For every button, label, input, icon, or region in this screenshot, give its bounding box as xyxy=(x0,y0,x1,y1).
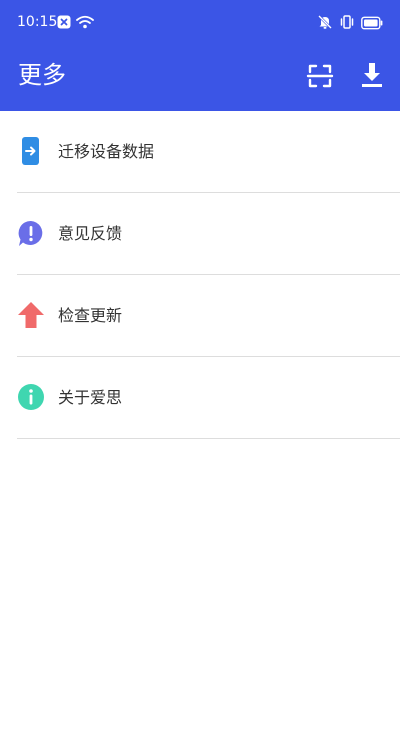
vibrate-icon xyxy=(339,14,355,34)
menu-item-migrate-data[interactable]: 迁移设备数据 xyxy=(17,111,400,193)
wifi-icon xyxy=(76,14,94,33)
mute-icon xyxy=(317,14,333,34)
menu-item-about[interactable]: 关于爱思 xyxy=(17,357,400,439)
battery-icon xyxy=(361,15,383,34)
scan-button[interactable] xyxy=(304,60,336,92)
status-bar: 10:15 xyxy=(0,0,400,44)
app-bar: 更多 xyxy=(0,44,400,111)
menu-item-label: 迁移设备数据 xyxy=(58,142,155,161)
update-arrow-icon xyxy=(17,301,45,329)
menu-item-label: 关于爱思 xyxy=(58,388,123,407)
menu-item-check-update[interactable]: 检查更新 xyxy=(17,275,400,357)
menu-item-label: 检查更新 xyxy=(58,306,123,325)
notification-icon xyxy=(57,14,71,33)
status-right-icons xyxy=(317,14,383,34)
page-title: 更多 xyxy=(18,61,66,89)
migrate-data-icon xyxy=(17,137,45,165)
menu-list: 迁移设备数据 意见反馈 检查更新 关于爱思 xyxy=(0,111,400,439)
scan-icon xyxy=(304,64,336,96)
menu-item-label: 意见反馈 xyxy=(58,224,123,243)
status-time: 10:15 xyxy=(17,14,58,30)
feedback-icon xyxy=(17,219,45,247)
menu-item-feedback[interactable]: 意见反馈 xyxy=(17,193,400,275)
download-icon xyxy=(356,63,388,95)
info-icon xyxy=(17,383,45,411)
status-left-icons xyxy=(57,14,94,33)
download-button[interactable] xyxy=(356,59,388,91)
